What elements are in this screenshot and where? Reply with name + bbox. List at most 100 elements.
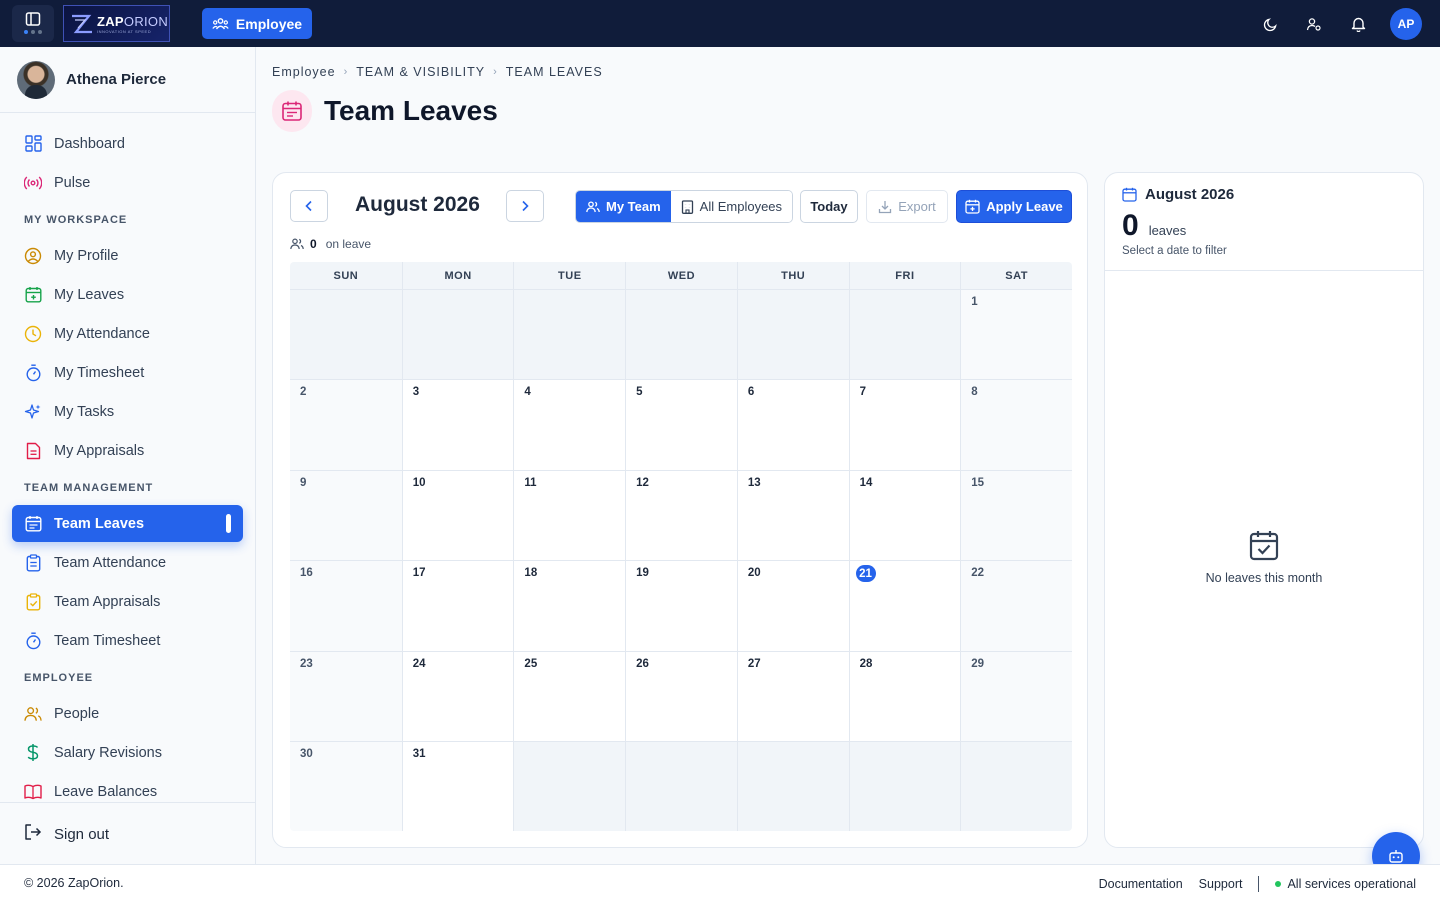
sidebar-item-pulse[interactable]: Pulse [12,164,243,201]
calendar-day-cell[interactable]: 18 [513,560,626,651]
calendar-day-cell[interactable]: 8 [960,379,1072,470]
sidebar-item-dashboard[interactable]: Dashboard [12,125,243,162]
logo-tagline: INNOVATION AT SPEED [97,28,152,34]
chevron-right-icon: › [493,66,498,78]
zaporion-logo-icon [72,14,92,33]
calendar-day-cell[interactable]: 21 [848,560,961,651]
sidebar-toggle-button[interactable] [12,5,54,42]
clipboard-check-icon [24,592,42,611]
day-number: 25 [524,657,538,670]
sidebar-item-leave-balances[interactable]: Leave Balances [12,773,243,802]
sidebar-item-team-appraisals[interactable]: Team Appraisals [12,583,243,620]
sidebar-item-people[interactable]: People [12,695,243,732]
calendar-day-cell[interactable]: 29 [960,650,1072,741]
sidebar-item-my-leaves[interactable]: My Leaves [12,276,243,313]
on-leave-summary: 0 on leave [290,237,371,251]
copyright: © 2026 ZapOrion. [24,876,124,890]
today-button[interactable]: Today [800,190,858,223]
user-avatar-button[interactable]: AP [1390,8,1422,40]
calendar-day-cell[interactable]: 15 [960,469,1072,561]
sidebar-item-team-leaves[interactable]: Team Leaves [12,505,243,542]
my-team-toggle[interactable]: My Team [576,191,671,222]
sidebar-item-team-timesheet[interactable]: Team Timesheet [12,622,243,659]
calendar-day-cell[interactable]: 26 [625,650,737,741]
calendar-card: August 2026 My Team All Employees Today … [272,172,1088,848]
employee-mode-button[interactable]: Employee [202,8,312,39]
status-dot-icon [1275,881,1282,887]
calendar-day-cell[interactable]: 16 [290,560,402,651]
service-status[interactable]: All services operational [1275,877,1416,891]
clipboard-icon [24,553,42,572]
calendar-icon [1122,187,1137,202]
all-employees-toggle[interactable]: All Employees [670,191,793,222]
calendar-day-cell[interactable]: 23 [290,650,402,741]
on-leave-text: on leave [325,237,372,251]
sidebar-item-my-tasks[interactable]: My Tasks [12,393,243,430]
calendar-day-cell[interactable]: 22 [960,560,1072,651]
breadcrumb-employee[interactable]: Employee [272,65,336,79]
month-grid: SUN MON TUE WED THU FRI SAT 1 2 3 4 5 6 7 8 9 10 1… [290,262,1072,831]
sidebar-item-team-attendance[interactable]: Team Attendance [12,544,243,581]
day-number: 8 [971,386,978,399]
sidebar-item-my-profile[interactable]: My Profile [12,237,243,274]
calendar-day-cell[interactable]: 13 [736,469,849,561]
divider [1258,876,1260,892]
calendar-day-cell[interactable]: 12 [625,469,737,561]
leave-count-value: 0 [1122,209,1139,242]
calendar-day-cell[interactable]: 2 [290,379,402,470]
calendar-day-cell[interactable]: 30 [290,740,402,831]
calendar-day-cell[interactable]: 25 [513,650,626,741]
user-settings-button[interactable] [1292,9,1336,40]
sidebar-item-salary-revisions[interactable]: Salary Revisions [12,734,243,771]
sidebar-item-my-attendance[interactable]: My Attendance [12,315,243,352]
calendar-icon [272,90,312,132]
calendar-day-cell[interactable]: 5 [625,379,737,470]
calendar-empty-cell [960,740,1072,831]
nav-section-title: MY WORKSPACE [24,214,128,226]
calendar-day-cell[interactable]: 28 [848,650,961,741]
documentation-link[interactable]: Documentation [1099,877,1183,891]
calendar-day-cell[interactable]: 19 [625,560,737,651]
calendar-day-cell[interactable]: 20 [736,560,849,651]
calendar-day-cell[interactable]: 1 [960,289,1072,380]
calendar-day-cell[interactable]: 31 [401,740,514,831]
calendar-day-cell[interactable]: 14 [848,469,961,561]
next-month-button[interactable] [506,190,544,222]
theme-toggle-button[interactable] [1248,9,1292,40]
day-number: 22 [971,567,985,580]
user-profile-block[interactable]: Athena Pierce [0,47,255,113]
day-cells: 1 2 3 4 5 6 7 8 9 10 11 12 13 14 15 16 17 18 19 20 21 22 23 24 2… [290,289,1072,831]
previous-month-button[interactable] [290,190,328,222]
calendar-empty-cell [625,740,737,831]
apply-leave-button[interactable]: Apply Leave [956,190,1072,223]
sidebar-item-label: My Tasks [54,403,115,420]
app-logo[interactable]: ZAPORION INNOVATION AT SPEED [63,5,170,42]
sign-out-button[interactable]: Sign out [24,823,109,845]
calendar-empty-cell [848,289,961,380]
calendar-day-cell[interactable]: 17 [401,560,514,651]
sidebar-item-label: Team Attendance [54,554,167,571]
calendar-day-cell[interactable]: 10 [401,469,514,561]
breadcrumb-team-visibility[interactable]: TEAM & VISIBILITY [356,65,485,79]
all-employees-label: All Employees [699,199,783,214]
calendar-day-cell[interactable]: 6 [736,379,849,470]
support-link[interactable]: Support [1199,877,1243,891]
sidebar-item-label: My Leaves [54,286,125,303]
calendar-day-cell[interactable]: 4 [513,379,626,470]
calendar-day-cell[interactable]: 3 [401,379,514,470]
day-number: 5 [636,386,643,399]
chevron-right-icon [522,200,529,212]
calendar-day-cell[interactable]: 24 [401,650,514,741]
calendar-day-cell[interactable]: 9 [290,469,402,561]
sidebar-item-my-timesheet[interactable]: My Timesheet [12,354,243,391]
chevron-right-icon: › [343,66,349,78]
notifications-button[interactable] [1336,9,1380,40]
document-icon [24,442,42,460]
sidebar-item-my-appraisals[interactable]: My Appraisals [12,432,243,469]
calendar-day-cell[interactable]: 11 [513,469,626,561]
nav-section-title: TEAM MANAGEMENT [24,482,154,494]
calendar-day-cell[interactable]: 7 [848,379,961,470]
team-icon [212,17,229,29]
export-button[interactable]: Export [866,190,948,223]
calendar-day-cell[interactable]: 27 [736,650,849,741]
